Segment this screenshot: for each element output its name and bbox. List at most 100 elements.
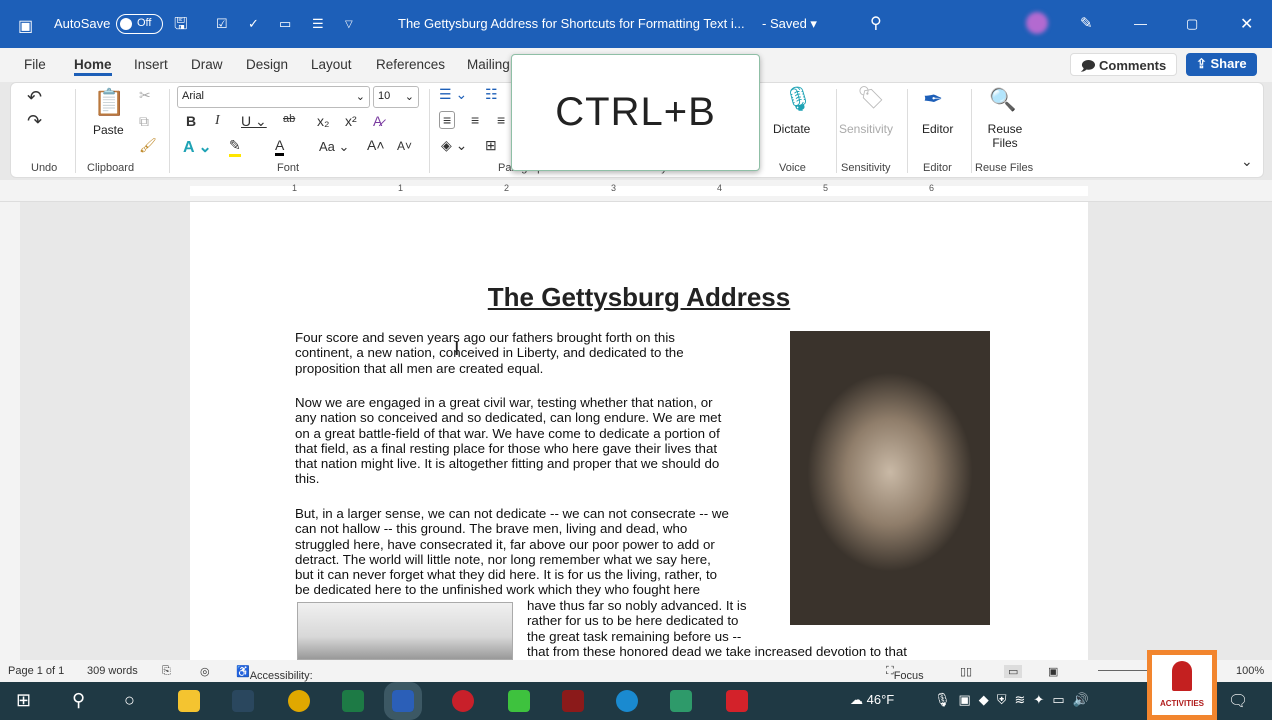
gettysburg-illustration-image[interactable] [297, 602, 513, 660]
subscript-button[interactable]: x₂ [317, 113, 329, 129]
bullets-icon[interactable]: ☰ ⌄ [439, 86, 467, 103]
text-line[interactable]: Four score and seven years ago our fathe… [295, 330, 684, 345]
accessibility-status[interactable]: ♿ Accessibility: Investigate [236, 665, 313, 694]
text-line[interactable]: detract. The world will little note, nor… [295, 552, 729, 567]
tab-file[interactable]: File [24, 57, 46, 72]
text-effects-icon[interactable]: A ⌄ [183, 137, 212, 157]
text-line[interactable]: but it can never forget what they did he… [295, 567, 729, 582]
bold-button[interactable]: B [186, 113, 196, 129]
text-line[interactable]: on a great battle-field of that war. We … [295, 426, 721, 441]
text-line[interactable]: continent, a new nation, conceived in Li… [295, 345, 684, 360]
align-right-button[interactable]: ≡ [497, 112, 505, 128]
format-painter-icon[interactable]: 🖌 [139, 137, 157, 154]
undo-icon[interactable]: ↶ [27, 87, 42, 108]
share-button[interactable]: ⇪ Share [1186, 53, 1257, 76]
start-icon[interactable]: ⊞ [16, 690, 38, 712]
tab-insert[interactable]: Insert [134, 57, 168, 72]
align-left-button[interactable]: ≡ [439, 111, 456, 129]
text-line[interactable]: can not hallow -- this ground. The brave… [295, 521, 729, 536]
page-count[interactable]: Page 1 of 1 [8, 665, 64, 677]
clear-formatting-icon[interactable]: A̷ [373, 113, 382, 129]
text-line[interactable]: that nation might live. It is altogether… [295, 456, 721, 471]
focus-button[interactable]: ⛶ Focus [886, 665, 924, 682]
underline-button[interactable]: U ⌄ [241, 113, 267, 130]
weather-widget[interactable]: ☁ 46°F [850, 692, 894, 708]
text-line[interactable]: that field, as a final resting place for… [295, 441, 721, 456]
document-title-heading[interactable]: The Gettysburg Address [190, 282, 1088, 313]
editor-icon[interactable]: ✒ [923, 85, 943, 114]
chrome-icon[interactable] [288, 690, 310, 712]
web-layout-icon[interactable]: ▣ [1048, 665, 1058, 678]
text-line[interactable]: this. [295, 471, 721, 486]
text-line[interactable]: that from these honored dead we take inc… [527, 644, 907, 659]
system-tray-icons[interactable]: 🎙▣◆⛨≋✦▭🔊 [934, 692, 1097, 708]
document-page[interactable]: The Gettysburg Address Four score and se… [190, 202, 1088, 660]
font-size-select[interactable]: 10 ⌄ [373, 86, 419, 108]
file-explorer-icon[interactable] [178, 690, 200, 712]
document-title[interactable]: The Gettysburg Address for Shortcuts for… [398, 16, 745, 31]
format-icon[interactable]: ☰ [312, 16, 324, 32]
search-icon[interactable]: ⚲ [870, 13, 882, 33]
save-icon[interactable]: 🖫 [174, 13, 188, 40]
excel-icon[interactable] [342, 690, 364, 712]
paste-icon[interactable]: 📋 [93, 87, 125, 118]
font-color-icon[interactable]: A [275, 137, 285, 156]
app-icon[interactable] [562, 690, 584, 712]
paste-button[interactable]: Paste [93, 123, 124, 137]
redo-icon[interactable]: ↷ [27, 111, 42, 132]
autosave-toggle[interactable]: Off [116, 14, 163, 34]
text-line[interactable]: be dedicated here to the unfinished work… [295, 582, 729, 597]
word-icon[interactable]: ▣ [18, 16, 33, 36]
tab-layout[interactable]: Layout [311, 57, 352, 72]
snagit-icon[interactable] [726, 690, 748, 712]
cortana-icon[interactable]: ○ [124, 690, 146, 712]
copy-icon[interactable]: ⧉ [139, 113, 149, 130]
font-name-select[interactable]: Arial ⌄ [177, 86, 370, 108]
paragraph-3[interactable]: But, in a larger sense, we can not dedic… [295, 506, 729, 598]
edge-icon[interactable] [616, 690, 638, 712]
strikethrough-button[interactable]: ab [283, 113, 295, 125]
grow-font-icon[interactable]: A˄ [367, 137, 385, 153]
steam-icon[interactable] [232, 690, 254, 712]
zoom-level[interactable]: 100% [1236, 665, 1264, 677]
avatar[interactable] [1026, 12, 1048, 34]
quick-access-icon[interactable]: ☑ [216, 16, 228, 32]
customize-qat-icon[interactable]: ▽ [345, 19, 353, 30]
tab-home[interactable]: Home [74, 57, 112, 76]
word-count[interactable]: 309 words [87, 665, 138, 677]
print-layout-icon[interactable]: ▭ [1004, 665, 1023, 678]
read-mode-icon[interactable]: ▯▯ [960, 665, 972, 678]
editor-button[interactable]: Editor [922, 122, 953, 136]
shrink-font-icon[interactable]: A˅ [397, 139, 412, 153]
text-line[interactable]: the great task remaining before us -- [527, 629, 907, 644]
text-line[interactable]: struggled here, have consecrated it, far… [295, 537, 729, 552]
numbering-icon[interactable]: ☷ [485, 86, 498, 103]
superscript-button[interactable]: x² [345, 113, 357, 129]
pen-icon[interactable]: ✎ [1080, 14, 1093, 32]
word-taskbar-icon[interactable] [384, 682, 422, 720]
powerpoint-icon[interactable] [452, 690, 474, 712]
change-case-icon[interactable]: Aa ⌄ [319, 139, 349, 155]
microphone-icon[interactable]: 🎙 [783, 85, 813, 114]
italic-button[interactable]: I [215, 113, 220, 129]
reuse-files-button[interactable]: Reuse Files [985, 122, 1025, 150]
paragraph-2[interactable]: Now we are engaged in a great civil war,… [295, 395, 721, 487]
zoom-slider[interactable] [1098, 670, 1148, 671]
cut-icon[interactable]: ✂ [139, 87, 151, 104]
minimize-icon[interactable]: — [1134, 16, 1147, 31]
camtasia-icon[interactable] [508, 690, 530, 712]
close-icon[interactable]: ✕ [1240, 14, 1253, 34]
text-line[interactable]: But, in a larger sense, we can not dedic… [295, 506, 729, 521]
spelling-icon[interactable]: ✓ [248, 16, 259, 32]
horizontal-ruler[interactable]: 1 1 2 3 4 5 6 [0, 180, 1272, 202]
shading-icon[interactable]: ◈ ⌄ [441, 137, 467, 154]
tab-design[interactable]: Design [246, 57, 288, 72]
tab-mailings[interactable]: Mailing [467, 57, 510, 72]
text-line[interactable]: Now we are engaged in a great civil war,… [295, 395, 721, 410]
restore-icon[interactable]: ▢ [1186, 16, 1198, 32]
dictate-button[interactable]: Dictate [773, 122, 810, 136]
reuse-files-icon[interactable]: 🔍 [989, 87, 1016, 113]
tab-draw[interactable]: Draw [191, 57, 223, 72]
comments-button[interactable]: 🗩 Comments [1070, 53, 1178, 76]
collapse-ribbon-icon[interactable]: ⌄ [1241, 153, 1253, 170]
